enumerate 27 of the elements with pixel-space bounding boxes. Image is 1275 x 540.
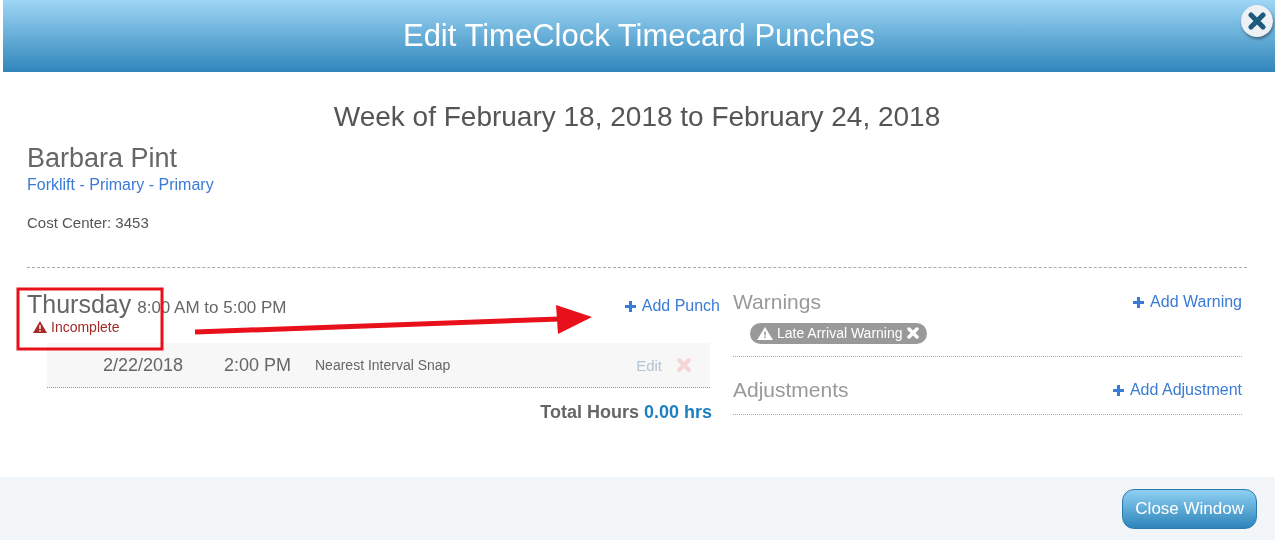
section-title: Adjustments: [733, 378, 849, 402]
remove-icon[interactable]: [906, 327, 919, 339]
plus-icon: [624, 300, 636, 312]
window-title: Edit TimeClock Timecard Punches: [402, 18, 876, 54]
close-button[interactable]: [1241, 5, 1273, 37]
total-hours-value: 0.00 hrs: [643, 402, 712, 422]
punch-date: 2/22/2018: [103, 354, 185, 376]
add-warning-link[interactable]: Add Warning: [1133, 293, 1242, 311]
tag-label: Late Arrival Warning: [777, 325, 903, 341]
punch-rule: Nearest Interval Snap: [315, 357, 452, 373]
employee-name: Barbara Pint: [27, 143, 179, 174]
warning-icon: [33, 321, 47, 333]
warning-icon: [757, 326, 773, 340]
week-heading: Week of February 18, 2018 to February 24, 2018: [332, 101, 942, 133]
plus-icon: [1133, 296, 1145, 308]
section-title: Warnings: [733, 290, 821, 314]
total-hours-label: Total Hours: [540, 402, 639, 422]
punch-time: 2:00 PM: [224, 354, 293, 376]
add-punch-link[interactable]: Add Punch: [624, 297, 720, 315]
close-window-button[interactable]: Close Window: [1122, 488, 1257, 529]
day-name: Thursday: [27, 290, 132, 318]
position-link[interactable]: Forklift - Primary - Primary: [27, 176, 214, 194]
cost-center: Cost Center: 3453: [27, 214, 150, 231]
status-label: Incomplete: [51, 319, 120, 335]
plus-icon: [1112, 384, 1124, 396]
close-icon: [1248, 12, 1266, 30]
add-adjustment-link[interactable]: Add Adjustment: [1112, 381, 1242, 399]
